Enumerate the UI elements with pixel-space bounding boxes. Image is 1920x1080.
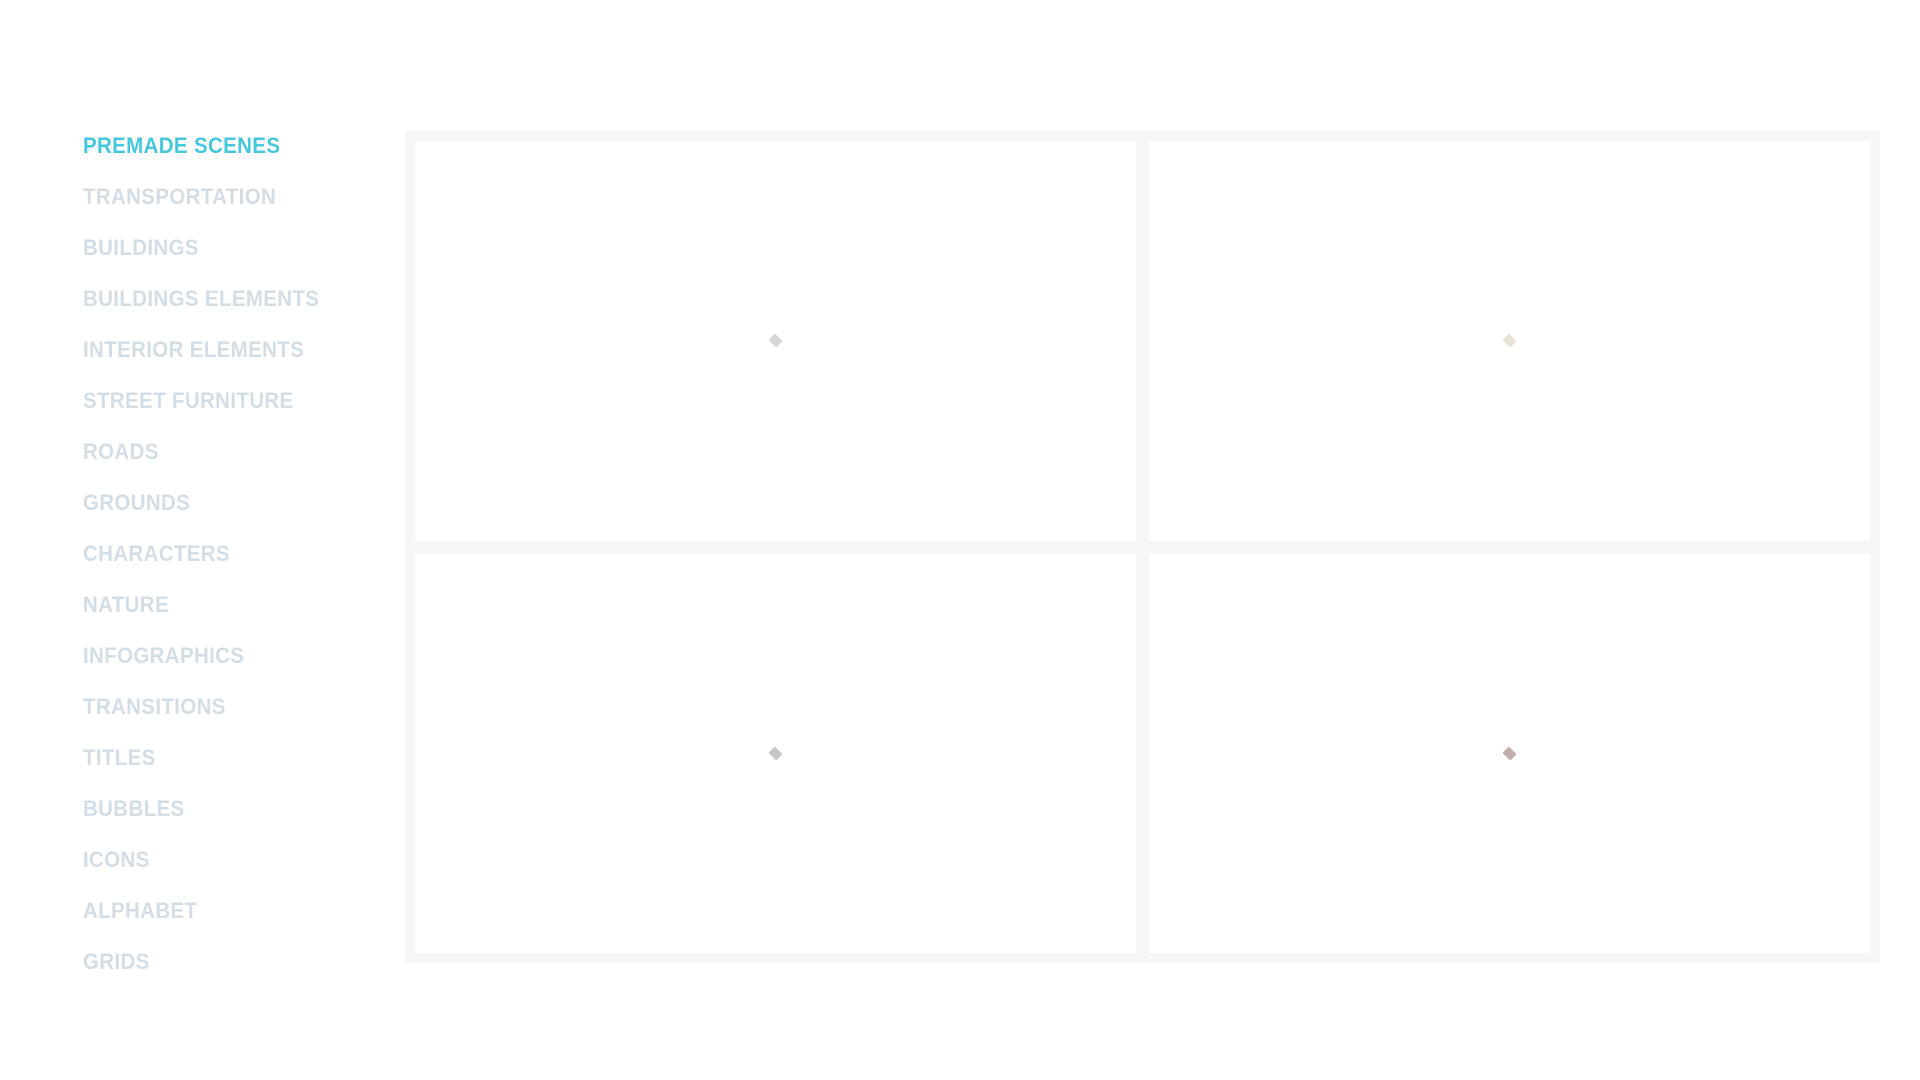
scene-thumbnail <box>767 744 785 762</box>
sidebar-item-premade-scenes[interactable]: PREMADE SCENES <box>83 120 362 171</box>
sidebar-item-infographics[interactable]: INFOGRAPHICS <box>83 630 362 681</box>
sidebar-item-roads[interactable]: ROADS <box>83 426 362 477</box>
sidebar-item-alphabet[interactable]: ALPHABET <box>83 885 362 936</box>
sidebar-item-titles[interactable]: TITLES <box>83 732 362 783</box>
scene-thumbnail <box>767 332 785 350</box>
sidebar-item-nature[interactable]: NATURE <box>83 579 362 630</box>
scene-cell-bottom-right[interactable] <box>1149 553 1870 953</box>
sidebar-item-buildings[interactable]: BUILDINGS <box>83 222 362 273</box>
sidebar-item-bubbles[interactable]: BUBBLES <box>83 783 362 834</box>
scene-cell-bottom-left[interactable] <box>415 553 1136 953</box>
sidebar-item-transportation[interactable]: TRANSPORTATION <box>83 171 362 222</box>
diamond-placeholder-icon <box>768 333 783 348</box>
scene-cell-top-right[interactable] <box>1149 141 1870 541</box>
sidebar-item-street-furniture[interactable]: STREET FURNITURE <box>83 375 362 426</box>
sidebar-item-buildings-elements[interactable]: BUILDINGS ELEMENTS <box>83 273 362 324</box>
sidebar-item-interior-elements[interactable]: INTERIOR ELEMENTS <box>83 324 362 375</box>
scene-thumbnail <box>1501 332 1519 350</box>
app-root: PREMADE SCENES TRANSPORTATION BUILDINGS … <box>0 0 1920 1080</box>
diamond-placeholder-icon <box>1502 746 1517 761</box>
category-sidebar: PREMADE SCENES TRANSPORTATION BUILDINGS … <box>83 120 383 987</box>
diamond-placeholder-icon <box>768 746 783 761</box>
scene-cell-top-left[interactable] <box>415 141 1136 541</box>
sidebar-item-icons[interactable]: ICONS <box>83 834 362 885</box>
scene-grid <box>405 131 1880 963</box>
scene-thumbnail <box>1501 744 1519 762</box>
sidebar-item-grids[interactable]: GRIDS <box>83 936 362 987</box>
sidebar-item-characters[interactable]: CHARACTERS <box>83 528 362 579</box>
sidebar-item-grounds[interactable]: GROUNDS <box>83 477 362 528</box>
diamond-placeholder-icon <box>1502 333 1517 348</box>
sidebar-item-transitions[interactable]: TRANSITIONS <box>83 681 362 732</box>
